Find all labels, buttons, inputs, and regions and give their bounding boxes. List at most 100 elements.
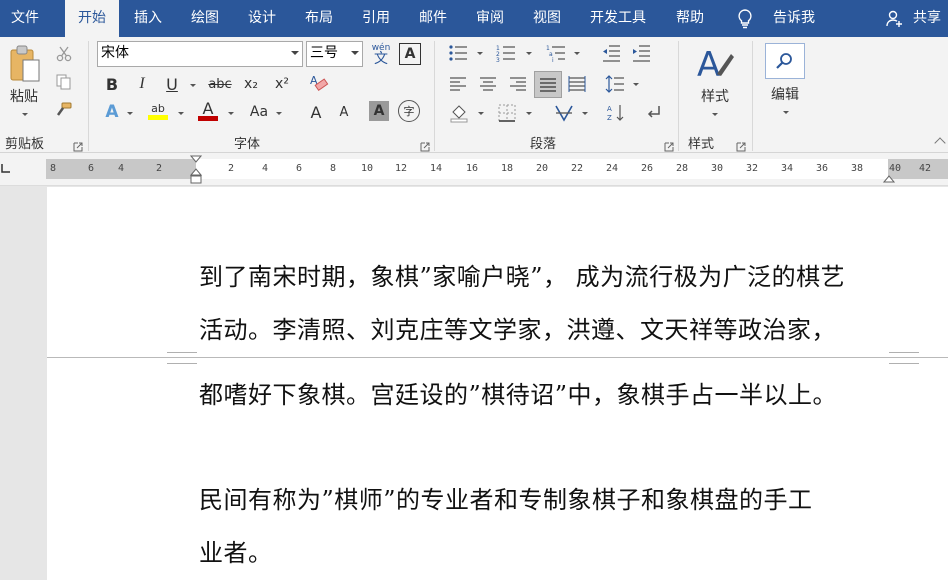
tab-insert[interactable]: 插入 <box>124 0 172 37</box>
paragraph-launcher-icon[interactable] <box>664 137 674 152</box>
document-page[interactable]: 到了南宋时期，象棋”家喻户晓”， 成为流行极为广泛的棋艺 活动。李清照、刘克庄等… <box>47 187 948 580</box>
tab-mailings[interactable]: 邮件 <box>409 0 457 37</box>
font-name-combo[interactable]: 宋体 <box>97 41 303 67</box>
increase-indent-icon[interactable] <box>630 42 652 64</box>
line-spacing-icon[interactable] <box>604 73 626 95</box>
horizontal-ruler[interactable]: 8 6 4 2 2 4 6 8 10 12 14 16 18 20 22 24 … <box>0 153 948 186</box>
first-line-indent-marker[interactable] <box>189 155 203 191</box>
strikethrough-button[interactable]: abc <box>206 73 234 95</box>
paste-dropdown-icon[interactable] <box>22 113 28 116</box>
underline-dropdown-icon[interactable] <box>190 84 196 87</box>
justify-icon[interactable] <box>534 71 562 98</box>
tab-developer[interactable]: 开发工具 <box>580 0 656 37</box>
editing-dropdown-icon[interactable] <box>783 111 789 114</box>
bullets-dropdown-icon[interactable] <box>477 52 483 55</box>
sort-icon[interactable]: AZ <box>604 101 628 125</box>
shrink-font-button[interactable]: A <box>333 101 355 123</box>
tab-home[interactable]: 开始 <box>65 0 119 37</box>
font-color-dropdown-icon[interactable] <box>228 112 234 115</box>
chinese-layout-icon[interactable] <box>552 101 576 125</box>
right-indent-marker[interactable] <box>882 169 896 188</box>
collapse-ribbon-icon[interactable] <box>934 137 946 149</box>
person-share-icon[interactable] <box>886 10 904 32</box>
tell-me-box[interactable]: 告诉我 <box>764 0 824 37</box>
share-button[interactable]: 共享 <box>906 0 948 37</box>
ruler-tick: 30 <box>711 163 724 174</box>
ruler-tick: 6 <box>88 163 95 174</box>
scissors-icon[interactable] <box>54 44 74 64</box>
ruler-tick: 36 <box>816 163 829 174</box>
font-color-icon[interactable]: A <box>196 99 220 123</box>
multilevel-list-icon[interactable]: 1ai <box>545 42 567 64</box>
tab-layout[interactable]: 布局 <box>295 0 343 37</box>
lightbulb-icon[interactable] <box>737 9 753 33</box>
borders-icon[interactable] <box>495 101 519 125</box>
shading-dropdown-icon[interactable] <box>478 112 484 115</box>
align-left-icon[interactable] <box>447 73 469 95</box>
change-case-button[interactable]: Aa <box>246 101 272 123</box>
tab-view[interactable]: 视图 <box>523 0 571 37</box>
char-shading-button[interactable]: A <box>369 101 389 121</box>
separator <box>88 41 89 151</box>
tab-references[interactable]: 引用 <box>352 0 400 37</box>
clipboard-launcher-icon[interactable] <box>73 137 83 152</box>
borders-dropdown-icon[interactable] <box>526 112 532 115</box>
bold-button[interactable]: B <box>101 73 123 95</box>
document-line[interactable]: 都嗜好下象棋。宫廷设的”棋待诏”中，象棋手占一半以上。 <box>199 375 837 410</box>
align-right-icon[interactable] <box>507 73 529 95</box>
document-line[interactable]: 民间有称为”棋师”的专业者和专制象棋子和象棋盘的手工 <box>199 480 813 515</box>
numbering-dropdown-icon[interactable] <box>526 52 532 55</box>
styles-button[interactable]: 样式 <box>690 87 740 105</box>
document-line[interactable]: 活动。李清照、刘克庄等文学家，洪遵、文天祥等政治家， <box>199 310 836 345</box>
tab-file[interactable]: 文件 <box>0 0 50 37</box>
shading-icon[interactable] <box>447 101 471 125</box>
styles-dropdown-icon[interactable] <box>712 113 718 116</box>
numbering-icon[interactable]: 123 <box>495 42 517 64</box>
text-effects-icon[interactable]: A <box>101 101 123 123</box>
ruler-tick: 4 <box>118 163 125 174</box>
tab-review[interactable]: 审阅 <box>466 0 514 37</box>
separator <box>752 41 753 151</box>
phonetic-guide-icon[interactable]: wén 文 <box>369 40 393 68</box>
copy-icon[interactable] <box>54 72 74 92</box>
text-effects-dropdown-icon[interactable] <box>127 112 133 115</box>
tab-selector-icon[interactable] <box>0 159 20 179</box>
distributed-icon[interactable] <box>566 73 588 95</box>
subscript-button[interactable]: x₂ <box>240 73 262 95</box>
clipboard-paste-icon[interactable] <box>6 43 44 85</box>
change-case-dropdown-icon[interactable] <box>276 112 282 115</box>
ruler-tick: 10 <box>361 163 374 174</box>
document-line[interactable]: 到了南宋时期，象棋”家喻户晓”， 成为流行极为广泛的棋艺 <box>199 257 845 292</box>
font-size-combo[interactable]: 三号 <box>306 41 363 67</box>
decrease-indent-icon[interactable] <box>600 42 622 64</box>
align-center-icon[interactable] <box>477 73 499 95</box>
tab-design[interactable]: 设计 <box>238 0 286 37</box>
chinese-layout-dropdown-icon[interactable] <box>582 112 588 115</box>
paste-button[interactable]: 粘贴 <box>3 87 45 105</box>
clear-format-icon[interactable]: A <box>307 71 331 95</box>
styles-launcher-icon[interactable] <box>736 137 746 152</box>
enclose-char-button[interactable]: 字 <box>398 100 420 122</box>
tab-draw[interactable]: 绘图 <box>181 0 229 37</box>
font-launcher-icon[interactable] <box>420 137 430 152</box>
highlight-icon[interactable]: ab <box>146 99 170 123</box>
superscript-button[interactable]: x² <box>271 73 293 95</box>
svg-text:i: i <box>552 57 554 62</box>
ruler-tick: 6 <box>296 163 303 174</box>
show-marks-icon[interactable] <box>641 101 665 125</box>
grow-font-button[interactable]: A <box>305 101 327 123</box>
italic-button[interactable]: I <box>131 73 153 95</box>
styles-icon[interactable]: A <box>693 43 737 85</box>
multilevel-dropdown-icon[interactable] <box>574 52 580 55</box>
tab-help[interactable]: 帮助 <box>666 0 714 37</box>
format-painter-icon[interactable] <box>54 100 74 120</box>
editing-button[interactable]: 编辑 <box>762 85 808 103</box>
ruler-tick: 2 <box>156 163 163 174</box>
line-spacing-dropdown-icon[interactable] <box>633 83 639 86</box>
bullets-icon[interactable] <box>447 42 469 64</box>
char-border-icon[interactable]: A <box>399 43 421 65</box>
underline-button[interactable]: U <box>161 73 183 95</box>
search-icon[interactable] <box>765 43 805 79</box>
highlight-dropdown-icon[interactable] <box>178 112 184 115</box>
document-line[interactable]: 业者。 <box>199 533 273 568</box>
